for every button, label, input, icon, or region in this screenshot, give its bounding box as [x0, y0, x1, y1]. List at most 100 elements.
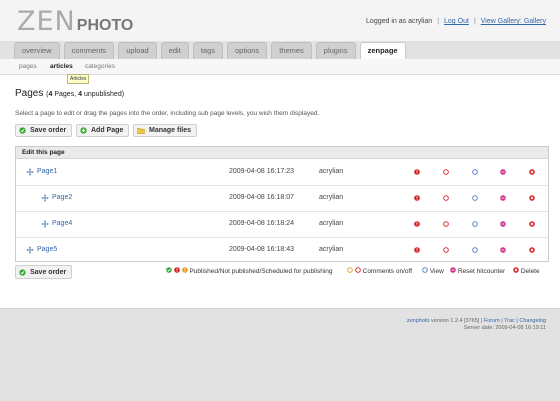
page-date: 2009-04-08 16:18:24	[229, 220, 294, 227]
reset-hitcounter-icon[interactable]	[500, 195, 506, 201]
page-count: (4 Pages, 4 unpublished)	[46, 91, 125, 98]
comments-off-icon[interactable]	[443, 169, 449, 175]
view-icon[interactable]	[472, 169, 478, 175]
page-row[interactable]: Page5 2009-04-08 16:18:43 acrylian	[16, 237, 548, 263]
add-icon	[80, 127, 87, 134]
tab-tags[interactable]: tags	[192, 42, 223, 59]
page-author: acrylian	[319, 194, 344, 201]
comments-off-icon	[355, 267, 361, 273]
page-row[interactable]: Page1 2009-04-08 16:17:23 acrylian	[16, 159, 548, 186]
zenphoto-logo[interactable]: ZEN PHOTO	[17, 7, 133, 35]
tab-themes[interactable]: themes	[271, 42, 312, 59]
main-tabs: overview comments upload edit tags optio…	[14, 42, 410, 60]
instructions-text: Select a page to edit or drag the pages …	[15, 110, 320, 117]
page-author: acrylian	[319, 246, 344, 253]
comments-off-icon[interactable]	[443, 247, 449, 253]
reset-hitcounter-icon[interactable]	[500, 221, 506, 227]
tab-comments[interactable]: comments	[63, 42, 115, 59]
subtab-articles[interactable]: articles	[50, 63, 73, 70]
page-date: 2009-04-08 16:18:07	[229, 194, 294, 201]
view-icon[interactable]	[472, 195, 478, 201]
reset-hitcounter-icon	[450, 267, 456, 273]
save-order-button-top[interactable]: Save order	[15, 124, 73, 137]
check-icon	[19, 127, 26, 134]
panel-header: Edit this page	[16, 147, 548, 159]
page-name-link[interactable]: Page1	[37, 168, 57, 175]
drag-handle-icon[interactable]	[26, 168, 34, 176]
manage-files-button[interactable]: Manage files	[133, 124, 198, 137]
footer-trac-link[interactable]: Trac	[504, 318, 515, 324]
tab-zenpage[interactable]: zenpage	[359, 42, 406, 60]
unpublished-icon[interactable]	[414, 195, 420, 201]
footer-brand-link[interactable]: zenphoto	[407, 318, 430, 324]
articles-tooltip: Articles	[67, 74, 90, 84]
legend-reset: Reset hitcounter	[450, 267, 505, 275]
page-row[interactable]: Page2 2009-04-08 16:18:07 acrylian	[16, 185, 548, 212]
view-icon	[422, 267, 428, 273]
page-row[interactable]: Page4 2009-04-08 16:18:24 acrylian	[16, 211, 548, 238]
legend-reset-text: Reset hitcounter	[457, 268, 506, 275]
unpublished-icon	[174, 267, 180, 273]
legend-delete: Delete	[513, 267, 540, 275]
logged-in-text: Logged in as acrylian	[366, 18, 433, 25]
user-links: Logged in as acrylian | Log Out | View Galle…	[366, 18, 546, 25]
subtab-pages[interactable]: pages	[19, 63, 37, 70]
logo-photo: PHOTO	[76, 17, 134, 34]
delete-icon[interactable]	[529, 169, 535, 175]
drag-handle-icon[interactable]	[26, 246, 34, 254]
sub-navigation: pages articles categories	[0, 59, 560, 75]
view-gallery-link[interactable]: View Gallery: Gallery	[481, 18, 546, 25]
reset-hitcounter-icon[interactable]	[500, 247, 506, 253]
footer-changelog-link[interactable]: Changelog	[519, 318, 546, 324]
legend-publish-text: Published/Not published/Scheduled for pu…	[189, 268, 333, 275]
legend-comments: Comments on/off	[347, 267, 412, 275]
tab-upload[interactable]: upload	[118, 42, 157, 59]
legend-delete-text: Delete	[520, 268, 540, 275]
page-name-link[interactable]: Page4	[52, 220, 72, 227]
drag-handle-icon[interactable]	[41, 220, 49, 228]
view-icon[interactable]	[472, 247, 478, 253]
header-bar: ZEN PHOTO Logged in as acrylian | Log Out |…	[0, 0, 560, 41]
page-name-link[interactable]: Page2	[52, 194, 72, 201]
scheduled-icon	[181, 267, 188, 273]
page-author: acrylian	[319, 168, 344, 175]
subtab-categories[interactable]: categories	[85, 63, 115, 70]
footer-version: version 1.2.4 [3765] |	[431, 318, 483, 324]
footer-server-date: Server date: 2009-04-08 16:19:11	[463, 325, 546, 331]
delete-icon	[513, 267, 519, 273]
folder-icon	[137, 128, 145, 134]
legend-comments-text: Comments on/off	[362, 268, 413, 275]
footer-version-line: zenphoto version 1.2.4 [3765] | Forum | …	[406, 318, 546, 324]
save-order-button-bottom[interactable]: Save order	[15, 265, 73, 279]
legend-publish: Published/Not published/Scheduled for pu…	[166, 267, 333, 275]
footer: zenphoto version 1.2.4 [3765] | Forum | …	[407, 318, 546, 332]
page-root: ZEN PHOTO Logged in as acrylian | Log Out |…	[0, 0, 560, 401]
published-icon	[166, 267, 172, 273]
page-author: acrylian	[319, 220, 344, 227]
delete-icon[interactable]	[529, 247, 535, 253]
tab-overview[interactable]: overview	[14, 42, 60, 59]
tab-plugins[interactable]: plugins	[315, 42, 356, 59]
footer-forum-link[interactable]: Forum	[484, 318, 500, 324]
comments-off-icon[interactable]	[443, 221, 449, 227]
unpublished-icon[interactable]	[414, 247, 420, 253]
save-order-label: Save order	[30, 268, 67, 276]
reset-hitcounter-icon[interactable]	[500, 169, 506, 175]
delete-icon[interactable]	[529, 221, 535, 227]
drag-handle-icon[interactable]	[41, 194, 49, 202]
page-title-text: Pages	[15, 88, 44, 99]
delete-icon[interactable]	[529, 195, 535, 201]
tab-options[interactable]: options	[227, 42, 268, 59]
logout-link[interactable]: Log Out	[444, 18, 469, 25]
add-page-button[interactable]: Add Page	[76, 124, 130, 137]
unpublished-icon[interactable]	[414, 169, 420, 175]
comments-on-icon	[347, 267, 353, 273]
page-title: Pages (4 Pages, 4 unpublished)	[15, 88, 124, 99]
footer-divider	[0, 308, 560, 309]
tab-edit[interactable]: edit	[160, 42, 189, 59]
view-icon[interactable]	[472, 221, 478, 227]
legend-view-text: View	[429, 268, 444, 275]
page-name-link[interactable]: Page5	[37, 246, 57, 253]
unpublished-icon[interactable]	[414, 221, 420, 227]
comments-off-icon[interactable]	[443, 195, 449, 201]
